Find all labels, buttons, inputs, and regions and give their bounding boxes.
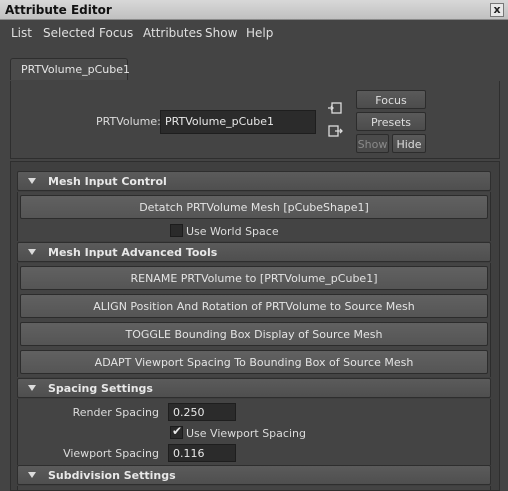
section-mesh-input-control[interactable]: Mesh Input Control (17, 171, 491, 191)
align-position-button[interactable]: ALIGN Position And Rotation of PRTVolume… (20, 294, 488, 318)
use-world-space-label: Use World Space (186, 225, 279, 238)
close-icon[interactable]: x (490, 3, 504, 17)
detatch-mesh-button[interactable]: Detatch PRTVolume Mesh [pCubeShape1] (20, 195, 488, 219)
tab-strip: PRTVolume_pCube1 (0, 45, 508, 81)
collapse-triangle-icon[interactable] (28, 472, 36, 478)
use-viewport-spacing-label: Use Viewport Spacing (186, 427, 306, 440)
collapse-triangle-icon[interactable] (28, 249, 36, 255)
show-button[interactable]: Show (356, 134, 389, 153)
collapse-triangle-icon[interactable] (28, 385, 36, 391)
menu-help[interactable]: Help (246, 26, 273, 40)
menu-show[interactable]: Show (205, 26, 237, 40)
section-title: Subdivision Settings (48, 469, 176, 482)
section-subdivision-settings[interactable]: Subdivision Settings (17, 465, 491, 485)
viewport-spacing-label: Viewport Spacing (63, 447, 159, 460)
presets-button[interactable]: Presets (356, 112, 426, 131)
viewport-spacing-field[interactable]: 0.116 (168, 444, 236, 462)
use-world-space-checkbox[interactable] (170, 224, 183, 237)
render-spacing-label: Render Spacing (72, 406, 159, 419)
input-connection-icon[interactable] (327, 101, 343, 115)
menu-selected[interactable]: Selected (43, 26, 95, 40)
section-title: Mesh Input Advanced Tools (48, 246, 218, 259)
menu-list[interactable]: List (11, 26, 32, 40)
section-mesh-input-advanced[interactable]: Mesh Input Advanced Tools (17, 242, 491, 262)
attribute-scroll-area[interactable]: Mesh Input Control Detatch PRTVolume Mes… (10, 161, 500, 491)
rename-prtvolume-button[interactable]: RENAME PRTVolume to [PRTVolume_pCube1] (20, 266, 488, 290)
focus-button[interactable]: Focus (356, 90, 426, 109)
adapt-viewport-spacing-button[interactable]: ADAPT Viewport Spacing To Bounding Box o… (20, 350, 488, 374)
window-title: Attribute Editor (5, 3, 112, 17)
tab-prtvolume[interactable]: PRTVolume_pCube1 (10, 58, 130, 80)
prtvolume-label: PRTVolume: (96, 115, 161, 128)
output-connection-icon[interactable] (327, 124, 343, 138)
use-viewport-spacing-checkbox[interactable] (170, 424, 183, 439)
hide-button[interactable]: Hide (392, 134, 426, 153)
prtvolume-name-field[interactable]: PRTVolume_pCube1 (160, 110, 316, 134)
menu-attributes[interactable]: Attributes (143, 26, 202, 40)
menu-bar: List Selected Focus Attributes Show Help (0, 21, 508, 45)
toggle-bounding-box-button[interactable]: TOGGLE Bounding Box Display of Source Me… (20, 322, 488, 346)
render-spacing-field[interactable]: 0.250 (168, 403, 236, 421)
section-spacing-settings[interactable]: Spacing Settings (17, 378, 491, 398)
section-title: Mesh Input Control (48, 175, 167, 188)
collapse-triangle-icon[interactable] (28, 178, 36, 184)
section-body (17, 486, 491, 490)
section-title: Spacing Settings (48, 382, 153, 395)
menu-focus[interactable]: Focus (99, 26, 133, 40)
title-bar: Attribute Editor x (0, 0, 508, 20)
